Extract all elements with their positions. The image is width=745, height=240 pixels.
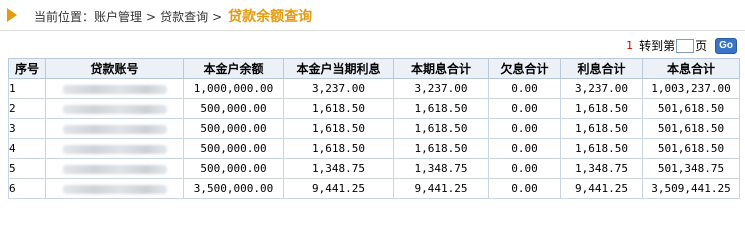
header-principal-interest-total: 本息合计 — [642, 58, 740, 79]
cell-current-interest: 1,618.50 — [283, 98, 394, 119]
header-principal-balance: 本金户余额 — [183, 58, 284, 79]
goto-page-input[interactable] — [676, 38, 695, 53]
cell-current-interest: 9,441.25 — [283, 178, 394, 199]
cell-period-total: 1,348.75 — [393, 158, 489, 179]
cell-grand-total: 501,348.75 — [642, 158, 740, 179]
cell-principal: 3,500,000.00 — [183, 178, 284, 199]
cell-period-total: 3,237.00 — [393, 78, 489, 99]
cell-overdue: 0.00 — [488, 118, 561, 139]
cell-current-interest: 1,618.50 — [283, 118, 394, 139]
cell-period-total: 1,618.50 — [393, 118, 489, 139]
cell-loan-account-redacted — [45, 178, 184, 199]
cell-grand-total: 1,003,237.00 — [642, 78, 740, 99]
redacted-account-mask — [62, 164, 167, 174]
breadcrumb-separator: > — [146, 10, 157, 24]
cell-index: 5 — [8, 158, 46, 179]
cell-current-interest: 3,237.00 — [283, 78, 394, 99]
breadcrumb-loan-query[interactable]: 贷款查询 — [160, 8, 208, 25]
cell-interest-total: 1,618.50 — [560, 118, 643, 139]
cell-overdue: 0.00 — [488, 98, 561, 119]
table-row[interactable]: 4 500,000.00 1,618.50 1,618.50 0.00 1,61… — [8, 138, 740, 159]
cell-current-interest: 1,618.50 — [283, 138, 394, 159]
cell-period-total: 9,441.25 — [393, 178, 489, 199]
cell-overdue: 0.00 — [488, 178, 561, 199]
redacted-account-mask — [62, 144, 167, 154]
cell-grand-total: 3,509,441.25 — [642, 178, 740, 199]
cell-current-interest: 1,348.75 — [283, 158, 394, 179]
pager: 1 转到第 页 Go — [626, 37, 737, 54]
breadcrumb-prefix: 当前位置： — [34, 10, 95, 24]
page-title: 贷款余额查询 — [228, 9, 313, 25]
table-row[interactable]: 2 500,000.00 1,618.50 1,618.50 0.00 1,61… — [8, 98, 740, 119]
cell-principal: 500,000.00 — [183, 118, 284, 139]
table-row[interactable]: 3 500,000.00 1,618.50 1,618.50 0.00 1,61… — [8, 118, 740, 139]
cell-grand-total: 501,618.50 — [642, 98, 740, 119]
cell-principal: 1,000,000.00 — [183, 78, 284, 99]
cell-loan-account-redacted — [45, 138, 184, 159]
table-header-row: 序号 贷款账号 本金户余额 本金户当期利息 本期息合计 欠息合计 利息合计 本息… — [8, 58, 740, 79]
breadcrumb-bar: 当前位置： 账户管理 > 贷款查询 > 贷款余额查询 — [0, 0, 745, 30]
cell-interest-total: 1,618.50 — [560, 138, 643, 159]
cell-grand-total: 501,618.50 — [642, 138, 740, 159]
page-number-link[interactable]: 1 — [626, 39, 633, 52]
redacted-account-mask — [62, 84, 167, 94]
cell-overdue: 0.00 — [488, 78, 561, 99]
redacted-account-mask — [62, 104, 167, 114]
header-period-interest-total: 本期息合计 — [393, 58, 489, 79]
cell-interest-total: 1,348.75 — [560, 158, 643, 179]
header-divider — [0, 30, 745, 31]
cell-index: 2 — [8, 98, 46, 119]
loan-balance-table: 序号 贷款账号 本金户余额 本金户当期利息 本期息合计 欠息合计 利息合计 本息… — [8, 58, 740, 199]
breadcrumb-account-management[interactable]: 账户管理 — [94, 8, 142, 25]
cell-overdue: 0.00 — [488, 138, 561, 159]
header-overdue-interest: 欠息合计 — [488, 58, 561, 79]
orange-triangle-icon — [7, 8, 17, 22]
cell-loan-account-redacted — [45, 118, 184, 139]
header-loan-account: 贷款账号 — [45, 58, 184, 79]
cell-interest-total: 1,618.50 — [560, 98, 643, 119]
cell-index: 3 — [8, 118, 46, 139]
cell-loan-account-redacted — [45, 98, 184, 119]
cell-period-total: 1,618.50 — [393, 98, 489, 119]
page-unit-label: 页 — [695, 39, 708, 53]
cell-index: 6 — [8, 178, 46, 199]
cell-interest-total: 9,441.25 — [560, 178, 643, 199]
table-row[interactable]: 1 1,000,000.00 3,237.00 3,237.00 0.00 3,… — [8, 78, 740, 99]
cell-loan-account-redacted — [45, 78, 184, 99]
redacted-account-mask — [62, 184, 167, 194]
table-row[interactable]: 6 3,500,000.00 9,441.25 9,441.25 0.00 9,… — [8, 178, 740, 199]
cell-grand-total: 501,618.50 — [642, 118, 740, 139]
header-interest-total: 利息合计 — [560, 58, 643, 79]
cell-index: 4 — [8, 138, 46, 159]
cell-principal: 500,000.00 — [183, 158, 284, 179]
go-button[interactable]: Go — [715, 37, 737, 54]
breadcrumb: 当前位置： 账户管理 > 贷款查询 > 贷款余额查询 — [34, 6, 312, 26]
cell-principal: 500,000.00 — [183, 98, 284, 119]
cell-principal: 500,000.00 — [183, 138, 284, 159]
breadcrumb-separator: > — [212, 10, 223, 24]
cell-period-total: 1,618.50 — [393, 138, 489, 159]
cell-index: 1 — [8, 78, 46, 99]
redacted-account-mask — [62, 124, 167, 134]
cell-interest-total: 3,237.00 — [560, 78, 643, 99]
header-index: 序号 — [8, 58, 46, 79]
goto-label: 转到第 — [639, 39, 676, 53]
table-row[interactable]: 5 500,000.00 1,348.75 1,348.75 0.00 1,34… — [8, 158, 740, 179]
cell-overdue: 0.00 — [488, 158, 561, 179]
cell-loan-account-redacted — [45, 158, 184, 179]
header-current-interest: 本金户当期利息 — [283, 58, 394, 79]
